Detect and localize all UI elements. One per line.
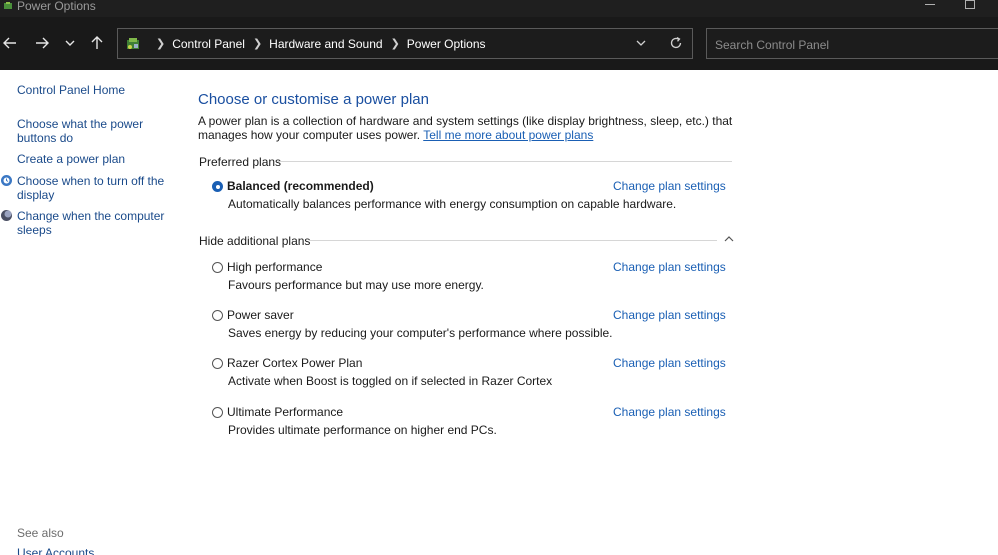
plan-high-performance-radio[interactable] (212, 262, 223, 273)
plan-high-performance-name[interactable]: High performance (227, 260, 322, 274)
refresh-button[interactable] (668, 35, 684, 51)
see-also-heading: See also (17, 526, 64, 540)
title-bar: Power Options (0, 0, 998, 17)
plan-ultimate-performance-name[interactable]: Ultimate Performance (227, 405, 343, 419)
computer-sleeps-link[interactable]: Change when the computer sleeps (17, 209, 167, 237)
plan-power-saver-radio[interactable] (212, 310, 223, 321)
chevron-up-icon (724, 236, 734, 242)
breadcrumb-control-panel[interactable]: Control Panel (172, 37, 245, 51)
additional-plans-divider (309, 240, 717, 241)
breadcrumb-hardware-and-sound[interactable]: Hardware and Sound (269, 37, 382, 51)
chevron-down-icon (65, 40, 75, 46)
plan-balanced: Balanced (recommended) Automatically bal… (212, 179, 726, 215)
collapse-plans-button[interactable] (722, 232, 736, 246)
plan-razer-cortex: Razer Cortex Power Plan Activate when Bo… (212, 356, 726, 392)
chevron-right-icon: ❯ (390, 38, 400, 50)
plan-razer-cortex-radio[interactable] (212, 358, 223, 369)
plan-ultimate-performance: Ultimate Performance Provides ultimate p… (212, 405, 726, 441)
search-box[interactable] (706, 28, 998, 59)
turn-off-display-link[interactable]: Choose when to turn off the display (17, 174, 167, 202)
user-accounts-link[interactable]: User Accounts (17, 546, 94, 555)
control-panel-home-link[interactable]: Control Panel Home (17, 83, 167, 97)
arrow-left-icon (3, 37, 16, 49)
page-title: Choose or customise a power plan (198, 91, 429, 108)
preferred-plans-divider (278, 161, 732, 162)
plan-balanced-radio[interactable] (212, 181, 223, 192)
search-input[interactable] (713, 35, 987, 55)
recent-locations-button[interactable] (61, 34, 79, 52)
navigation-bar: ❯ Control Panel ❯ Hardware and Sound ❯ P… (0, 17, 998, 70)
refresh-icon (670, 36, 682, 49)
plan-razer-cortex-description: Activate when Boost is toggled on if sel… (228, 374, 553, 388)
minimize-button[interactable] (925, 4, 935, 5)
arrow-right-icon (36, 37, 49, 49)
breadcrumb-power-options[interactable]: Power Options (407, 37, 486, 51)
plan-power-saver-description: Saves energy by reducing your computer's… (228, 326, 613, 340)
hide-additional-plans-heading[interactable]: Hide additional plans (199, 234, 310, 248)
sleep-icon (1, 210, 12, 221)
window-title: Power Options (17, 0, 96, 13)
plan-high-performance: High performance Favours performance but… (212, 260, 726, 296)
address-bar[interactable]: ❯ Control Panel ❯ Hardware and Sound ❯ P… (117, 28, 693, 59)
back-button[interactable] (1, 34, 19, 52)
preferred-plans-heading: Preferred plans (199, 155, 282, 169)
maximize-button[interactable] (965, 0, 975, 9)
address-history-dropdown[interactable] (634, 36, 648, 50)
plan-power-saver-change-settings-link[interactable]: Change plan settings (613, 308, 726, 322)
plan-power-saver-name[interactable]: Power saver (227, 308, 294, 322)
plan-balanced-change-settings-link[interactable]: Change plan settings (613, 179, 726, 193)
plan-ultimate-performance-radio[interactable] (212, 407, 223, 418)
create-power-plan-link[interactable]: Create a power plan (17, 152, 167, 166)
forward-button[interactable] (33, 34, 51, 52)
chevron-right-icon: ❯ (252, 38, 263, 50)
plan-high-performance-description: Favours performance but may use more ene… (228, 278, 484, 292)
plan-razer-cortex-name[interactable]: Razer Cortex Power Plan (227, 356, 362, 370)
plan-razer-cortex-change-settings-link[interactable]: Change plan settings (613, 356, 726, 370)
main-content: Choose or customise a power plan A power… (198, 70, 758, 555)
left-pane: Control Panel Home Choose what the power… (0, 70, 175, 555)
power-options-window: Power Options ❯ Control Panel ❯ Hardware… (0, 0, 998, 555)
choose-power-buttons-link[interactable]: Choose what the power buttons do (17, 117, 167, 145)
display-off-icon (1, 175, 12, 186)
up-button[interactable] (88, 34, 106, 52)
breadcrumb: ❯ Control Panel ❯ Hardware and Sound ❯ P… (148, 29, 486, 58)
tell-me-more-link[interactable]: Tell me more about power plans (423, 128, 593, 142)
plan-balanced-description: Automatically balances performance with … (228, 197, 677, 211)
plan-power-saver: Power saver Saves energy by reducing you… (212, 308, 726, 344)
plan-high-performance-change-settings-link[interactable]: Change plan settings (613, 260, 726, 274)
intro-text: A power plan is a collection of hardware… (198, 114, 743, 142)
plan-ultimate-performance-change-settings-link[interactable]: Change plan settings (613, 405, 726, 419)
chevron-down-icon (636, 40, 646, 46)
arrow-up-icon (91, 36, 103, 49)
control-panel-icon (127, 38, 139, 49)
plan-ultimate-performance-description: Provides ultimate performance on higher … (228, 423, 497, 437)
plan-balanced-name[interactable]: Balanced (recommended) (227, 179, 374, 193)
power-options-icon (4, 2, 12, 9)
chevron-right-icon: ❯ (156, 38, 166, 50)
